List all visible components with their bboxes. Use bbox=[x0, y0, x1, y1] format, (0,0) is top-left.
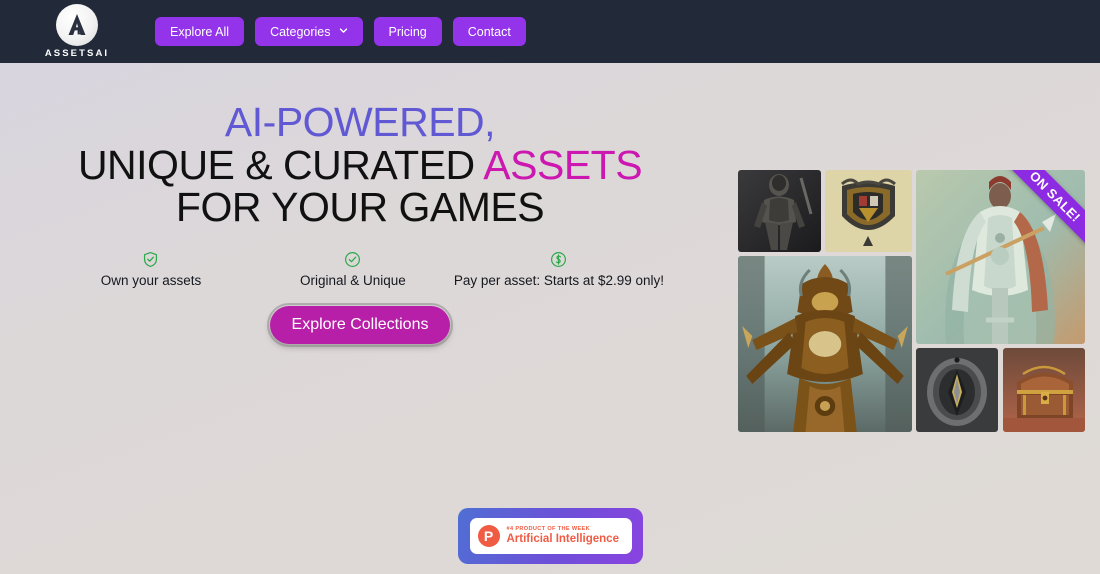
site-header: ASSETSAI Explore All Categories Pricing … bbox=[0, 0, 1100, 63]
feature-label: Original & Unique bbox=[300, 272, 406, 288]
headline-highlight: ASSETS bbox=[483, 141, 643, 188]
nav-item-label: Categories bbox=[270, 24, 331, 39]
headline-line-2-post: FOR YOUR GAMES bbox=[175, 184, 545, 231]
brand-wordmark: ASSETSAI bbox=[44, 48, 110, 60]
feature-label: Pay per asset: Starts at $2.99 only! bbox=[453, 272, 664, 288]
nav-categories-button[interactable]: Categories bbox=[255, 17, 363, 46]
gallery-tile-armored-knight[interactable] bbox=[738, 170, 821, 252]
nav-item-label: Pricing bbox=[388, 24, 427, 39]
feature-original-unique: Original & Unique bbox=[252, 251, 454, 288]
product-hunt-logo-icon: P bbox=[477, 525, 500, 547]
nav-pricing-button[interactable]: Pricing bbox=[373, 17, 442, 46]
headline-line-2-pre: UNIQUE & CURATED bbox=[77, 141, 484, 188]
letter-a-logo-icon bbox=[56, 4, 98, 47]
product-hunt-card: P #4 PRODUCT OF THE WEEK Artificial Inte… bbox=[469, 518, 632, 554]
feature-pay-per-asset: Pay per asset: Starts at $2.99 only! bbox=[454, 251, 664, 288]
gallery-tile-heraldic-shield[interactable] bbox=[825, 170, 912, 252]
explore-collections-button[interactable]: Explore Collections bbox=[266, 302, 454, 347]
shield-check-icon bbox=[144, 251, 158, 267]
cta-container: Explore Collections bbox=[0, 302, 720, 347]
nav-item-label: Explore All bbox=[170, 24, 230, 39]
gallery-tile-treasure-chest[interactable] bbox=[1003, 348, 1085, 432]
nav-contact-button[interactable]: Contact bbox=[452, 17, 526, 46]
asset-gallery: ON SALE! bbox=[738, 170, 1085, 432]
gallery-tile-sorceress[interactable]: ON SALE! bbox=[916, 170, 1085, 344]
headline-line-1: AI-POWERED, bbox=[224, 99, 496, 145]
chevron-down-icon bbox=[339, 28, 347, 33]
feature-own-your-assets: Own your assets bbox=[50, 251, 252, 288]
product-hunt-category: Artificial Intelligence bbox=[506, 532, 619, 545]
product-hunt-text: #4 PRODUCT OF THE WEEK Artificial Intell… bbox=[507, 526, 619, 546]
gallery-tile-demon-boss[interactable] bbox=[738, 256, 912, 432]
main-nav: Explore All Categories Pricing Contact bbox=[155, 17, 526, 46]
brand-logo[interactable]: ASSETSAI bbox=[0, 4, 150, 59]
product-hunt-badge[interactable]: P #4 PRODUCT OF THE WEEK Artificial Inte… bbox=[458, 508, 643, 564]
feature-list: Own your assets Original & Unique Pay pe… bbox=[0, 251, 720, 288]
nav-item-label: Contact bbox=[467, 24, 511, 39]
circle-check-icon bbox=[345, 251, 361, 267]
nav-explore-all-button[interactable]: Explore All bbox=[155, 17, 245, 46]
gallery-tile-stone-amulet[interactable] bbox=[916, 348, 998, 432]
page-title: AI-POWERED, UNIQUE & CURATED ASSETS FOR … bbox=[0, 101, 720, 229]
dollar-circle-icon bbox=[551, 251, 567, 267]
feature-label: Own your assets bbox=[100, 272, 202, 288]
hero-section: AI-POWERED, UNIQUE & CURATED ASSETS FOR … bbox=[0, 63, 1100, 564]
hero-copy: AI-POWERED, UNIQUE & CURATED ASSETS FOR … bbox=[0, 101, 720, 347]
